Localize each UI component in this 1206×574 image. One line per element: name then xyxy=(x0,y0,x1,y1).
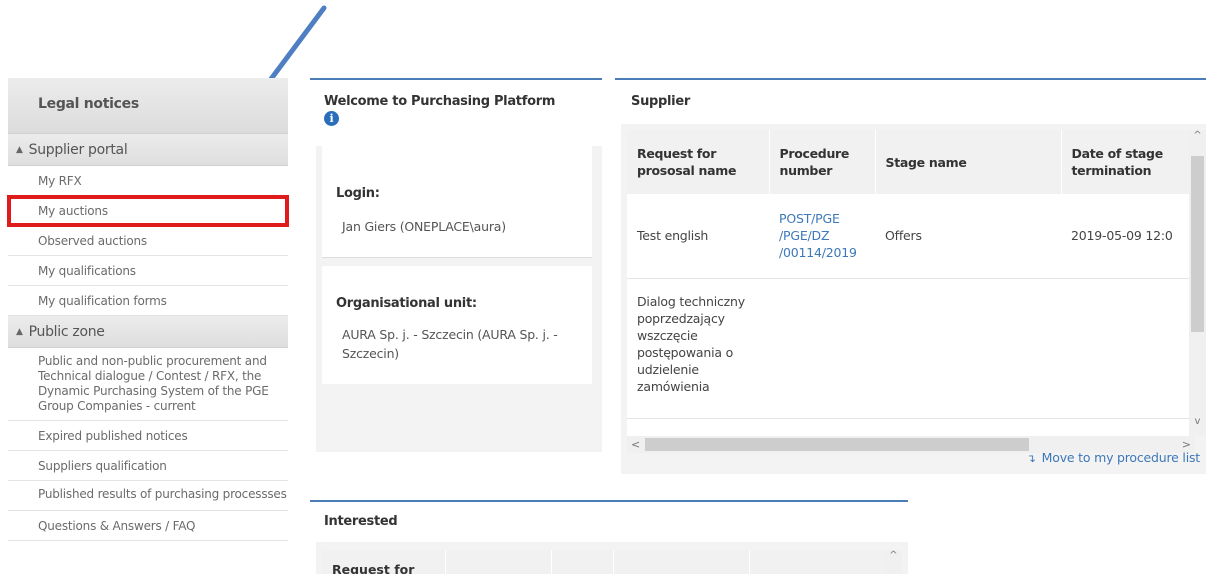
arrow-down-icon: ↴ xyxy=(1026,452,1036,465)
column-header-stage-name[interactable]: Stage name xyxy=(875,130,1062,194)
org-unit-box: Organisational unit: AURA Sp. j. - Szcze… xyxy=(322,266,592,384)
cell-stage-name: Offers xyxy=(875,194,1061,279)
column-header[interactable]: Request for xyxy=(322,550,446,574)
cell-procedure-number[interactable]: POST/PGE /PGE/DZ /00114/2019 xyxy=(769,194,875,279)
procedure-line: POST/PGE xyxy=(779,211,840,227)
sidebar-item-suppliers-qualification[interactable]: Suppliers qualification xyxy=(8,451,288,481)
supplier-table-container: Request for prososal name Procedure numb… xyxy=(627,130,1195,436)
cell-date xyxy=(1061,278,1191,419)
sidebar-item-expired-notices[interactable]: Expired published notices xyxy=(8,421,288,451)
table-row: Dialog techniczny poprzedzający wszczęci… xyxy=(627,278,1191,419)
sidebar-item-published-results[interactable]: Published results of purchasing processs… xyxy=(8,481,288,511)
cell-stage-name xyxy=(875,278,1061,419)
welcome-title: Welcome to Purchasing Platform xyxy=(324,94,556,109)
interested-panel: Interested Request for ^ xyxy=(310,500,908,574)
sidebar-item-my-rfx[interactable]: My RFX xyxy=(8,166,288,196)
table-row: Test english POST/PGE /PGE/DZ /00114/201… xyxy=(627,194,1191,279)
column-header[interactable] xyxy=(614,550,750,574)
sidebar-item-public-procurement[interactable]: Public and non-public procurement and Te… xyxy=(8,348,288,421)
login-box: Login: Jan Giers (ONEPLACE\aura) xyxy=(322,146,592,258)
org-unit-value: AURA Sp. j. - Szczecin (AURA Sp. j. - Sz… xyxy=(342,327,558,361)
move-link-label: Move to my procedure list xyxy=(1041,450,1201,465)
collapse-triangle-icon: ▲ xyxy=(16,145,23,155)
sidebar-section-supplier-portal[interactable]: ▲ Supplier portal xyxy=(8,134,288,166)
cell-date: 2019-05-09 12:0 xyxy=(1061,194,1191,279)
login-label: Login: xyxy=(336,186,380,201)
column-header-rfp-name[interactable]: Request for prososal name xyxy=(627,130,770,194)
column-header-procedure-number[interactable]: Procedure number xyxy=(769,130,876,194)
name-line: udzielenie xyxy=(637,361,699,377)
column-header-label: Request for xyxy=(332,562,415,574)
sidebar-legal-notices[interactable]: Legal notices xyxy=(8,78,288,134)
scroll-left-icon[interactable]: < xyxy=(631,436,640,453)
procedure-link[interactable]: POST/PGE /PGE/DZ /00114/2019 xyxy=(779,210,865,261)
column-header-date-termination[interactable]: Date of stage termination xyxy=(1061,130,1192,194)
section-title: Supplier portal xyxy=(28,142,128,158)
interested-table-header: Request for xyxy=(322,550,888,574)
interested-title: Interested xyxy=(324,514,398,529)
move-to-procedure-list-link[interactable]: ↴ Move to my procedure list xyxy=(1026,450,1201,465)
welcome-panel: Welcome to Purchasing Platform i Login: … xyxy=(310,78,602,452)
column-header[interactable] xyxy=(552,550,614,574)
sidebar-section-public-zone[interactable]: ▲ Public zone xyxy=(8,316,288,348)
info-icon[interactable]: i xyxy=(324,111,339,126)
procedure-line: /PGE/DZ xyxy=(779,228,830,244)
collapse-triangle-icon: ▲ xyxy=(16,327,23,337)
scroll-up-icon[interactable]: ^ xyxy=(885,550,902,574)
supplier-body: Request for prososal name Procedure numb… xyxy=(621,124,1206,474)
sidebar-item-observed-auctions[interactable]: Observed auctions xyxy=(8,226,288,256)
name-line: postępowania o xyxy=(637,344,734,360)
scroll-up-icon[interactable]: ^ xyxy=(1189,130,1206,141)
cell-rfp-name: Test english xyxy=(627,194,769,279)
supplier-panel: Supplier Request for prososal name Proce… xyxy=(615,78,1206,478)
sidebar: Legal notices ▲ Supplier portal My RFX My… xyxy=(7,78,289,541)
sidebar-item-faq[interactable]: Questions & Answers / FAQ xyxy=(8,511,288,541)
scroll-down-icon[interactable]: v xyxy=(1189,416,1206,427)
vertical-scrollbar[interactable]: ^ v xyxy=(1189,130,1206,436)
name-line: poprzedzający xyxy=(637,310,725,326)
welcome-body: Login: Jan Giers (ONEPLACE\aura) Organis… xyxy=(316,146,602,452)
sidebar-item-my-qualification-forms[interactable]: My qualification forms xyxy=(8,286,288,316)
name-line: zamówienia xyxy=(637,378,710,394)
scroll-thumb[interactable] xyxy=(645,438,1029,451)
interested-body: Request for ^ xyxy=(316,542,908,574)
sidebar-item-my-auctions[interactable]: My auctions xyxy=(7,195,289,227)
procedure-line: /00114/2019 xyxy=(779,245,857,261)
scroll-thumb[interactable] xyxy=(1191,156,1204,332)
cell-rfp-name: Dialog techniczny poprzedzający wszczęci… xyxy=(627,278,769,419)
section-title: Public zone xyxy=(28,324,105,340)
name-line: Dialog techniczny xyxy=(637,293,745,309)
name-line: wszczęcie xyxy=(637,327,698,343)
login-value: Jan Giers (ONEPLACE\aura) xyxy=(342,219,506,234)
supplier-title: Supplier xyxy=(631,94,690,109)
column-header[interactable] xyxy=(750,550,886,574)
column-header[interactable] xyxy=(446,550,552,574)
supplier-table: Request for prososal name Procedure numb… xyxy=(627,130,1192,419)
sidebar-item-my-qualifications[interactable]: My qualifications xyxy=(8,256,288,286)
cell-procedure-number xyxy=(769,278,875,419)
org-unit-label: Organisational unit: xyxy=(336,296,477,311)
